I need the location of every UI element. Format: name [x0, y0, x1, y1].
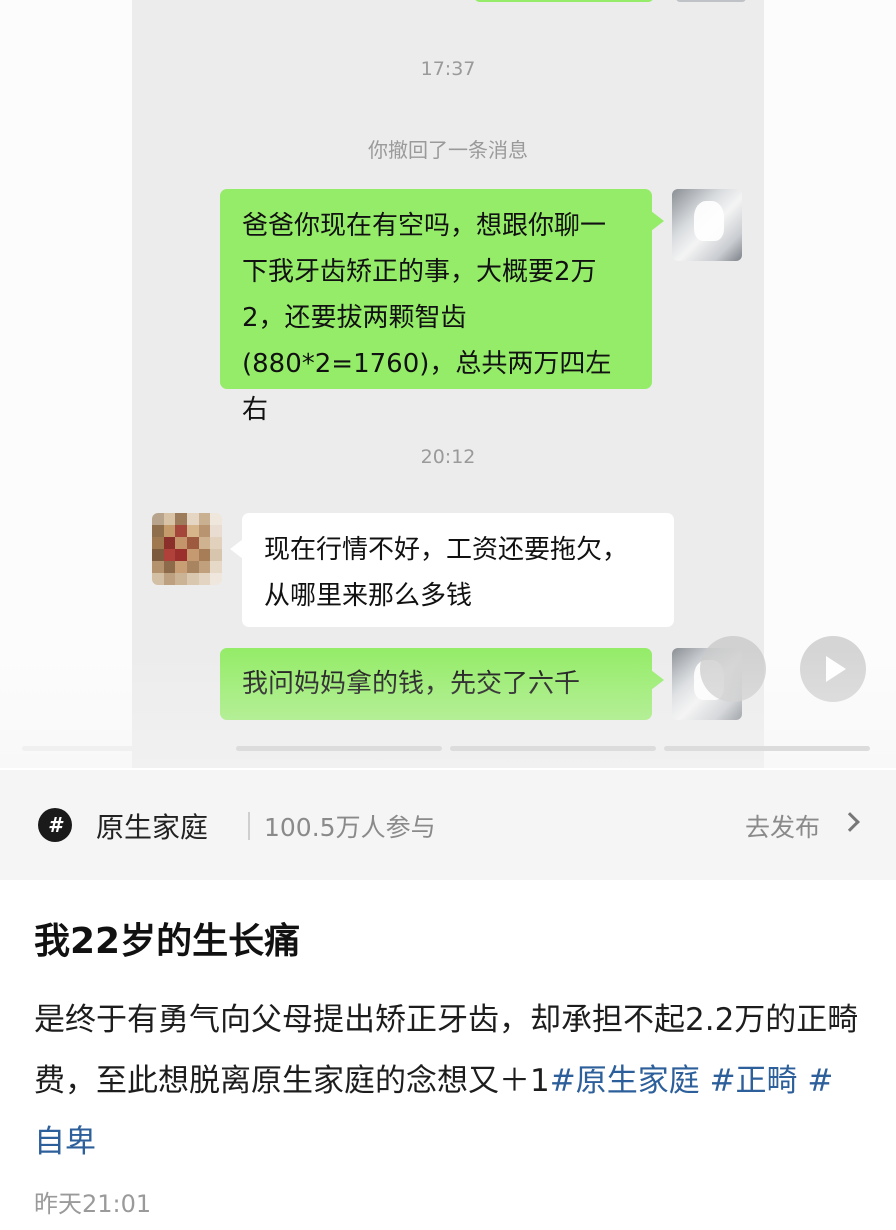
timestamp: 20:12 [420, 446, 476, 468]
carousel-progress-segment [236, 746, 442, 751]
hashtag-link[interactable]: #正畸 [710, 1063, 798, 1099]
post-body: 是终于有勇气向父母提出矫正牙齿，却承担不起2.2万的正畸费，至此想脱离原生家庭的… [34, 990, 864, 1173]
father-message-bubble: 现在行情不好，工资还要拖欠，从哪里来那么多钱 [230, 513, 674, 627]
topic-name[interactable]: 原生家庭 [96, 806, 208, 846]
father-avatar [152, 513, 222, 585]
recall-notice: 你撤回了一条消息 [368, 138, 528, 162]
carousel-progress-segment [22, 746, 228, 751]
carousel-progress-segment [450, 746, 656, 751]
publish-link[interactable]: 去发布 [745, 808, 820, 844]
my-avatar [672, 189, 742, 261]
play-button[interactable] [800, 636, 866, 702]
divider [248, 812, 250, 840]
carousel-progress-segment [664, 746, 870, 751]
my-message-bubble: 爸爸你现在有空吗，想跟你聊一下我牙齿矫正的事，大概要2万2，还要拔两颗智齿(88… [220, 189, 664, 425]
my-message-bubble: 我问妈妈拿的钱，先交了六千 [220, 648, 664, 720]
chat-screenshot: 17:37 你撤回了一条消息 爸爸你现在有空吗，想跟你聊一下我牙齿矫正的事，大概… [0, 0, 896, 768]
previous-avatar [676, 0, 746, 2]
post-title: 我22岁的生长痛 [34, 921, 301, 962]
post-timestamp: 昨天21:01 [34, 1190, 152, 1218]
previous-button[interactable] [700, 636, 766, 702]
previous-message-bubble [474, 0, 654, 2]
play-icon [826, 656, 846, 682]
hashtag-link[interactable]: #原生家庭 [550, 1063, 700, 1099]
topic-participant-count: 100.5万人参与 [264, 813, 436, 842]
timestamp: 17:37 [420, 58, 476, 80]
hashtag-icon: # [38, 808, 72, 842]
